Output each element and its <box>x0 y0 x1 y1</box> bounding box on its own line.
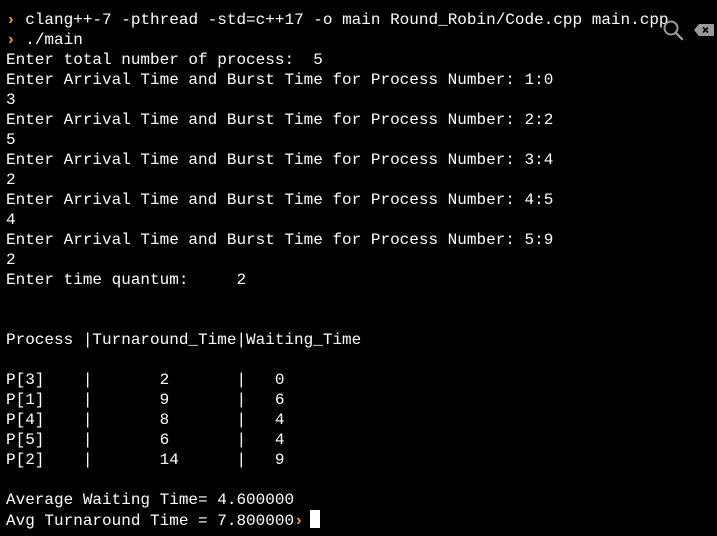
output-line: P[4] | 8 | 4 <box>6 410 717 430</box>
prompt-symbol: › <box>6 31 16 49</box>
output-line: P[3] | 2 | 0 <box>6 370 717 390</box>
command-line-compile: › clang++-7 -pthread -std=c++17 -o main … <box>6 10 717 30</box>
output-text: P[1] | 9 | 6 <box>6 391 285 409</box>
output-text: Enter Arrival Time and Burst Time for Pr… <box>6 71 554 89</box>
prompt-symbol: › <box>294 512 304 530</box>
output-text: Enter time quantum: 2 <box>6 271 247 289</box>
output-line: P[5] | 6 | 4 <box>6 430 717 450</box>
output-line: Average Waiting Time= 4.600000 <box>6 490 717 510</box>
output-line: Process |Turnaround_Time|Waiting_Time <box>6 330 717 350</box>
output-line: 2 <box>6 250 717 270</box>
output-text: P[5] | 6 | 4 <box>6 431 285 449</box>
output-line: 2 <box>6 170 717 190</box>
output-text: Average Waiting Time= 4.600000 <box>6 491 295 509</box>
search-icon[interactable] <box>662 19 686 41</box>
output-line: Avg Turnaround Time = 7.800000› <box>6 510 717 530</box>
output-line: Enter Arrival Time and Burst Time for Pr… <box>6 150 717 170</box>
terminal-console[interactable]: › clang++-7 -pthread -std=c++17 -o main … <box>6 10 717 536</box>
prompt-symbol: › <box>6 11 16 29</box>
output-text: Enter Arrival Time and Burst Time for Pr… <box>6 191 554 209</box>
output-text: Enter Arrival Time and Burst Time for Pr… <box>6 151 554 169</box>
output-text: Enter Arrival Time and Burst Time for Pr… <box>6 231 554 249</box>
output-line: 3 <box>6 90 717 110</box>
output-text: Avg Turnaround Time = 7.800000 <box>6 512 295 530</box>
output-line: P[2] | 14 | 9 <box>6 450 717 470</box>
output-text: 2 <box>6 251 16 269</box>
output-line: P[1] | 9 | 6 <box>6 390 717 410</box>
output-text: P[2] | 14 | 9 <box>6 451 285 469</box>
command-text: clang++-7 -pthread -std=c++17 -o main Ro… <box>25 11 669 29</box>
output-text: Enter total number of process: 5 <box>6 51 323 69</box>
clear-icon[interactable] <box>693 23 715 37</box>
command-text: ./main <box>25 31 83 49</box>
output-line: Enter Arrival Time and Burst Time for Pr… <box>6 230 717 250</box>
output-line: 4 <box>6 210 717 230</box>
output-line: Enter total number of process: 5 <box>6 50 717 70</box>
output-line: 5 <box>6 130 717 150</box>
output-text: 4 <box>6 211 16 229</box>
output-line: Enter Arrival Time and Burst Time for Pr… <box>6 70 717 90</box>
output-line: Enter Arrival Time and Burst Time for Pr… <box>6 190 717 210</box>
output-text: P[4] | 8 | 4 <box>6 411 285 429</box>
output-text: 5 <box>6 131 16 149</box>
output-text: Process |Turnaround_Time|Waiting_Time <box>6 331 362 349</box>
terminal-toolbar <box>662 19 715 41</box>
output-text: 3 <box>6 91 16 109</box>
output-line: Enter time quantum: 2 <box>6 270 717 290</box>
output-text: Enter Arrival Time and Burst Time for Pr… <box>6 111 554 129</box>
text-cursor <box>309 510 320 528</box>
program-output: Enter total number of process: 5 Enter Ar… <box>6 50 717 530</box>
command-line-run: › ./main <box>6 30 717 50</box>
output-text: 2 <box>6 171 16 189</box>
output-text: P[3] | 2 | 0 <box>6 371 285 389</box>
output-line: Enter Arrival Time and Burst Time for Pr… <box>6 110 717 130</box>
